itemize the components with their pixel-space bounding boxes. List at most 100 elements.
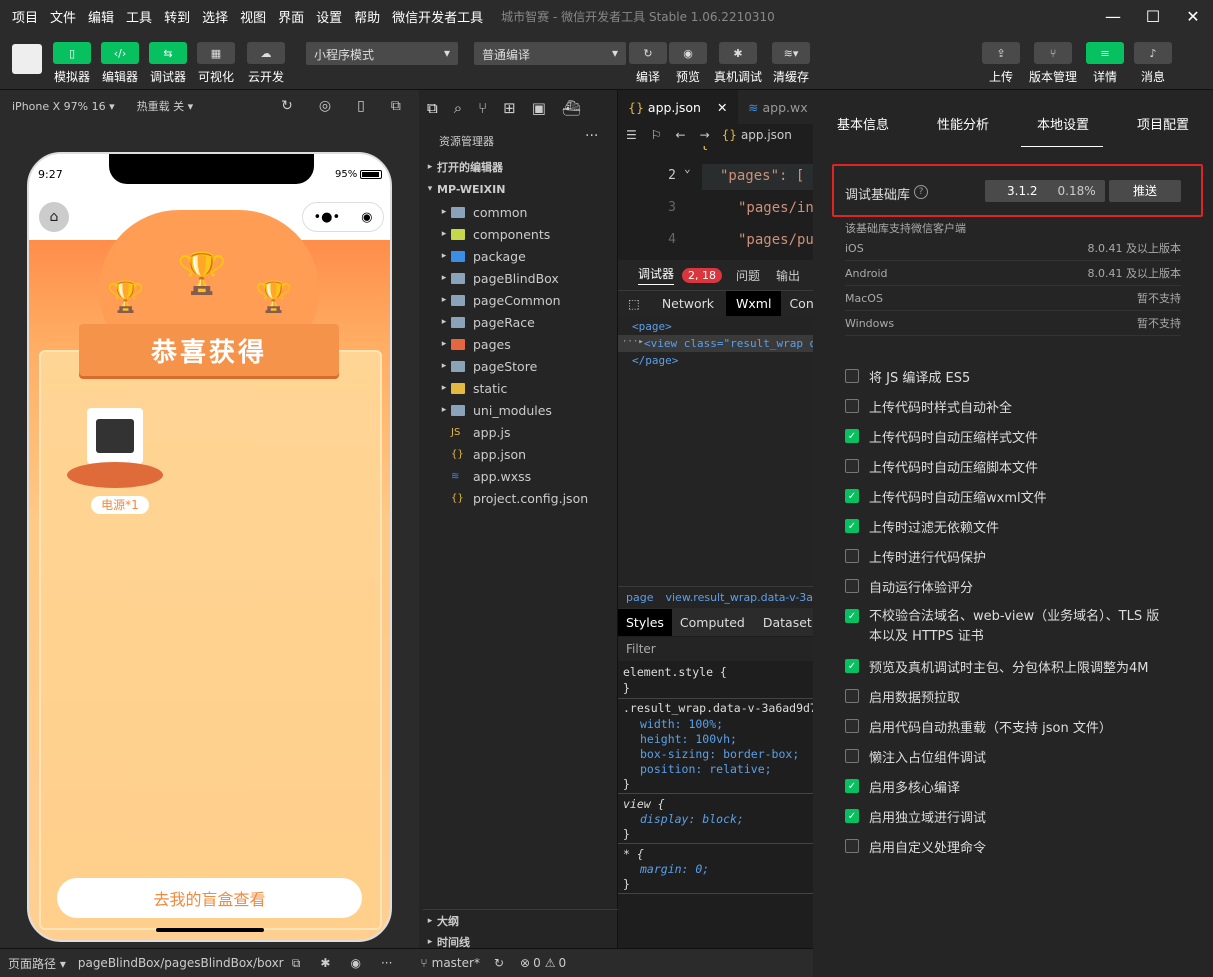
menu-settings[interactable]: 设置 [304, 7, 342, 26]
tree-folder[interactable]: ▸ package [437, 245, 617, 267]
close-icon[interactable]: ✕ [717, 100, 727, 115]
tree-folder[interactable]: ▸ uni_modules [437, 399, 617, 421]
sync-icon[interactable]: ↻ [494, 956, 504, 970]
option-checkbox[interactable] [845, 839, 859, 853]
phone-icon[interactable]: ▯ [357, 98, 365, 114]
menu-edit[interactable]: 编辑 [76, 7, 114, 26]
popout-icon[interactable]: ⧉ [391, 98, 401, 114]
tree-folder[interactable]: ▸ common [437, 201, 617, 223]
device-select[interactable]: iPhone X 97% 16 ▾ [12, 100, 115, 113]
warning-count[interactable]: 0 [558, 956, 566, 970]
tree-folder[interactable]: ▸ pageRace [437, 311, 617, 333]
tab-problems[interactable]: 问题 [736, 267, 760, 284]
menu-select[interactable]: 选择 [190, 7, 228, 26]
version-button[interactable]: ⑂ 版本管理 [1029, 42, 1077, 85]
option-checkbox[interactable]: ✓ [845, 659, 859, 673]
debugger-button[interactable]: ⇆ 调试器 [144, 42, 192, 85]
option-checkbox[interactable] [845, 749, 859, 763]
option-checkbox[interactable] [845, 399, 859, 413]
wxml-node[interactable]: <page> [632, 320, 672, 333]
menu-project[interactable]: 项目 [0, 7, 38, 26]
tab-local-settings[interactable]: 本地设置 [1037, 114, 1089, 133]
tab-output[interactable]: 输出 [776, 267, 800, 284]
more-icon[interactable]: •●• [313, 210, 340, 225]
panel-wxml[interactable]: Wxml [726, 291, 782, 316]
visual-button[interactable]: ▦ 可视化 [192, 42, 240, 85]
option-checkbox[interactable]: ✓ [845, 779, 859, 793]
panel-console[interactable]: Con [789, 296, 813, 311]
filter-input[interactable]: Filter [618, 637, 813, 661]
menu-goto[interactable]: 转到 [152, 7, 190, 26]
option-checkbox[interactable] [845, 549, 859, 563]
maximize-icon[interactable]: ☐ [1133, 0, 1173, 32]
clear-cache-button[interactable]: ≋▾ 清缓存 [767, 42, 815, 85]
view-my-boxes-button[interactable]: 去我的盲盒查看 [57, 878, 362, 918]
option-checkbox[interactable] [845, 689, 859, 703]
menu-help[interactable]: 帮助 [342, 7, 380, 26]
code-view[interactable]: 2 3 4 { ⌄ "pages": [ "pages/in "pages/pu [618, 146, 813, 258]
inspect-icon[interactable]: ⬚ [628, 296, 640, 311]
option-checkbox[interactable]: ✓ [845, 489, 859, 503]
tree-folder[interactable]: ▸ components [437, 223, 617, 245]
more-icon[interactable]: ··· [381, 956, 392, 970]
tree-folder[interactable]: ▸ static [437, 377, 617, 399]
page-path-select[interactable]: 页面路径 ▾ [8, 955, 66, 972]
mode-select[interactable]: 小程序模式 ▾ [306, 42, 458, 65]
tab-app-json[interactable]: {} app.json ✕ [618, 90, 738, 124]
eye-icon[interactable]: ◉ [350, 956, 360, 970]
messages-button[interactable]: ♪ 消息 [1129, 42, 1177, 85]
menu-file[interactable]: 文件 [38, 7, 76, 26]
tree-file[interactable]: JS app.js [437, 421, 617, 443]
option-checkbox[interactable] [845, 719, 859, 733]
layout-icon[interactable]: ▣ [532, 99, 546, 117]
close-circle-icon[interactable]: ◉ [361, 210, 372, 225]
forward-icon[interactable]: → [700, 128, 710, 142]
tree-file[interactable]: ≋ app.wxss [437, 465, 617, 487]
error-count[interactable]: 0 [533, 956, 541, 970]
hot-reload-select[interactable]: 热重载 关 ▾ [137, 98, 194, 114]
more-icon[interactable]: ··· [585, 128, 598, 144]
tree-file[interactable]: {} project.config.json [437, 487, 617, 509]
tree-folder[interactable]: ▸ pages [437, 333, 617, 355]
option-checkbox[interactable]: ✓ [845, 519, 859, 533]
editor-button[interactable]: ‹/› 编辑器 [96, 42, 144, 85]
option-checkbox[interactable]: ✓ [845, 609, 859, 623]
wxml-node-selected[interactable]: <view class="result_wrap d [644, 337, 813, 350]
tab-styles[interactable]: Styles [618, 608, 672, 636]
tab-debugger[interactable]: 调试器 [638, 265, 675, 285]
tab-performance[interactable]: 性能分析 [937, 114, 989, 133]
tab-computed[interactable]: Computed [680, 615, 745, 630]
push-button[interactable]: 推送 [1109, 180, 1181, 202]
menu-interface[interactable]: 界面 [266, 7, 304, 26]
page-path[interactable]: pageBlindBox/pagesBlindBox/boxres... [78, 956, 284, 970]
real-debug-button[interactable]: ✱ 真机调试 [714, 42, 762, 85]
avatar[interactable] [12, 44, 42, 74]
upload-button[interactable]: ⇪ 上传 [977, 42, 1025, 85]
source-control-icon[interactable]: ⑂ [478, 99, 487, 117]
preview-button[interactable]: ◉ 预览 [664, 42, 712, 85]
menu-tools[interactable]: 工具 [114, 7, 152, 26]
tree-folder[interactable]: ▸ pageBlindBox [437, 267, 617, 289]
tree-folder[interactable]: ▸ pageStore [437, 355, 617, 377]
bookmark-icon[interactable]: ⚐ [651, 128, 662, 142]
close-icon[interactable]: ✕ [1173, 0, 1213, 32]
search-icon[interactable]: ⌕ [454, 99, 462, 117]
minimize-icon[interactable]: — [1093, 0, 1133, 32]
project-root[interactable]: ▾ MP-WEIXIN [423, 178, 506, 200]
option-checkbox[interactable] [845, 459, 859, 473]
back-icon[interactable]: ← [676, 128, 686, 142]
tree-file[interactable]: {} app.json [437, 443, 617, 465]
tab-project-config[interactable]: 项目配置 [1137, 114, 1189, 133]
option-checkbox[interactable] [845, 579, 859, 593]
tree-folder[interactable]: ▸ pageCommon [437, 289, 617, 311]
option-checkbox[interactable]: ✓ [845, 809, 859, 823]
capsule-menu[interactable]: •●• ◉ [302, 202, 384, 232]
outline-section[interactable]: ▸ 大纲 [423, 909, 618, 931]
tab-dataset[interactable]: Dataset [763, 615, 812, 630]
rotate-icon[interactable]: ↻ [281, 98, 293, 114]
files-icon[interactable]: ⧉ [427, 99, 438, 117]
extensions-icon[interactable]: ⊞ [503, 99, 516, 117]
bug-icon[interactable]: ✱ [320, 956, 330, 970]
wxml-node[interactable]: </page> [632, 354, 678, 367]
git-branch[interactable]: master* [432, 956, 480, 970]
